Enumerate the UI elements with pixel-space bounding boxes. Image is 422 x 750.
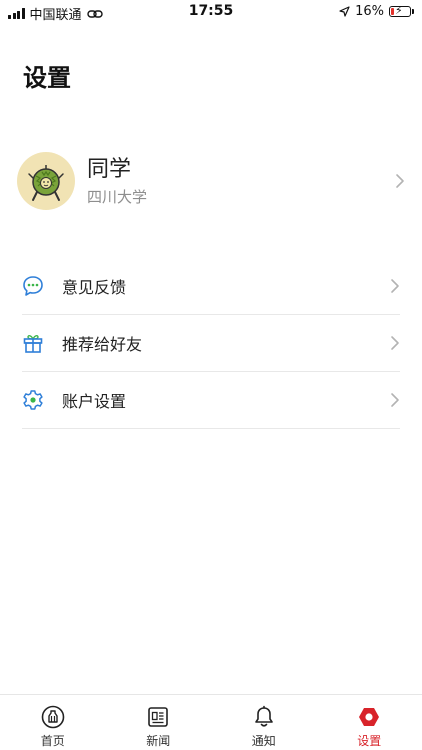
gift-icon bbox=[22, 332, 44, 354]
menu-item-account[interactable]: 账户设置 bbox=[22, 372, 400, 429]
tab-settings[interactable]: 设置 bbox=[317, 695, 422, 750]
battery-percent: 16% bbox=[355, 4, 384, 19]
menu-label-recommend: 推荐给好友 bbox=[62, 335, 143, 354]
tab-home[interactable]: 首页 bbox=[0, 695, 106, 750]
durian-avatar-icon bbox=[28, 165, 64, 201]
battery-icon: ⚡ bbox=[389, 4, 411, 17]
settings-menu: 意见反馈 推荐给好友 账户设置 bbox=[22, 258, 400, 429]
menu-item-recommend[interactable]: 推荐给好友 bbox=[22, 315, 400, 372]
status-bar: 中国联通 17:55 16% ⚡ bbox=[0, 0, 422, 24]
tab-label-news: 新闻 bbox=[146, 734, 171, 748]
profile-name: 同学 bbox=[87, 157, 132, 182]
chat-bubble-icon bbox=[22, 275, 44, 297]
page-title: 设置 bbox=[23, 64, 71, 92]
bottom-tab-bar: 首页 新闻 通知 设置 bbox=[0, 694, 422, 750]
tab-notifications[interactable]: 通知 bbox=[211, 695, 317, 750]
profile-school: 四川大学 bbox=[87, 188, 148, 206]
chevron-right-icon bbox=[391, 393, 399, 407]
gear-icon bbox=[22, 389, 44, 411]
chevron-right-icon bbox=[396, 174, 404, 188]
menu-label-account: 账户设置 bbox=[62, 392, 127, 411]
news-icon bbox=[146, 705, 170, 729]
settings-icon bbox=[357, 705, 381, 729]
tab-label-settings: 设置 bbox=[357, 734, 382, 748]
tab-label-notifications: 通知 bbox=[251, 734, 276, 748]
bell-icon bbox=[252, 705, 276, 729]
chevron-right-icon bbox=[391, 336, 399, 350]
avatar bbox=[17, 152, 75, 210]
menu-label-feedback: 意见反馈 bbox=[62, 278, 127, 297]
location-arrow-icon bbox=[339, 6, 350, 17]
profile-row[interactable]: 同学 四川大学 bbox=[17, 150, 405, 212]
chevron-right-icon bbox=[391, 279, 399, 293]
home-icon bbox=[41, 705, 65, 729]
tab-news[interactable]: 新闻 bbox=[106, 695, 212, 750]
menu-item-feedback[interactable]: 意见反馈 bbox=[22, 258, 400, 315]
tab-label-home: 首页 bbox=[40, 734, 65, 748]
